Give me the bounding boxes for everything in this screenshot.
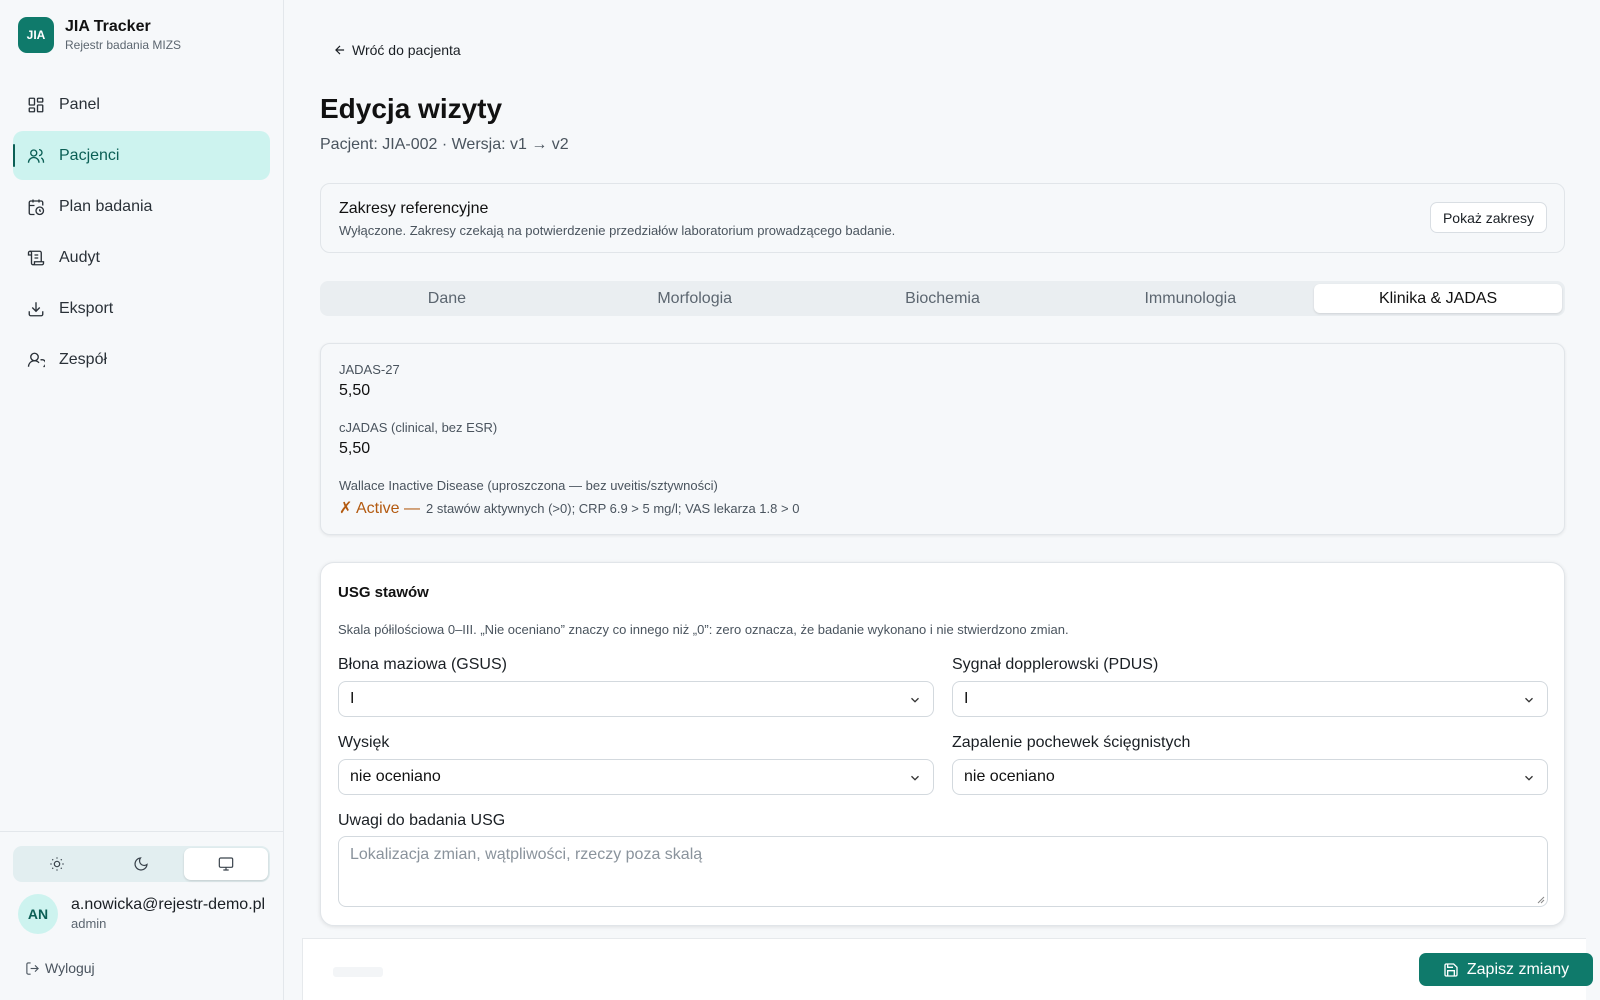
save-changes-button[interactable]: Zapisz zmiany	[1419, 953, 1593, 986]
sidebar-item-label: Eksport	[59, 299, 114, 317]
pdus-select[interactable]: I	[952, 681, 1548, 717]
usg-panel: USG stawów Skala półilościowa 0–III. „Ni…	[320, 562, 1565, 926]
sidebar-item-zespol[interactable]: Zespół	[13, 335, 270, 384]
user-profile[interactable]: AN a.nowicka@rejestr-demo.pl admin	[18, 894, 265, 934]
page-title: Edycja wizyty	[320, 93, 503, 124]
brand-logo: JIA	[18, 17, 54, 53]
brand[interactable]: JIA JIA Tracker Rejestr badania MIZS	[18, 17, 181, 53]
gsus-select[interactable]: I	[338, 681, 934, 717]
chevron-down-icon	[1525, 697, 1533, 703]
reference-ranges-title: Zakresy referencyjne	[339, 200, 489, 217]
sidebar: JIA JIA Tracker Rejestr badania MIZS Pan…	[0, 0, 284, 1000]
action-bar	[302, 938, 1586, 1000]
gsus-label: Błona maziowa (GSUS)	[338, 656, 507, 673]
calendar-clock-icon	[28, 199, 45, 215]
brand-subtitle: Rejestr badania MIZS	[65, 38, 182, 52]
sidebar-item-label: Panel	[59, 95, 100, 113]
tab-biochemia[interactable]: Biochemia	[819, 284, 1067, 313]
brand-name: JIA Tracker	[65, 18, 151, 35]
effusion-value: nie oceniano	[350, 768, 441, 785]
usg-notes-label: Uwagi do badania USG	[338, 812, 506, 829]
tab-dane[interactable]: Dane	[323, 284, 571, 313]
theme-light-button[interactable]	[15, 848, 99, 880]
user-icon	[27, 352, 45, 367]
pdus-value: I	[964, 690, 969, 707]
sidebar-item-label: Pacjenci	[59, 146, 120, 164]
sidebar-item-label: Zespół	[59, 350, 108, 368]
back-to-patient-link[interactable]: Wróć do pacjenta	[333, 42, 461, 58]
tab-morfologia[interactable]: Morfologia	[571, 284, 819, 313]
page-subtitle: Pacjent: JIA-002 · Wersja: v1 → v2	[320, 136, 569, 153]
sidebar-item-label: Audyt	[59, 248, 100, 266]
avatar: AN	[18, 894, 58, 934]
download-icon	[28, 301, 44, 316]
theme-switcher	[13, 846, 270, 882]
wallace-status-line: ✗ Active — 2 stawów aktywnych (>0); CRP …	[339, 498, 799, 518]
user-role: admin	[71, 916, 107, 931]
usg-description: Skala półilościowa 0–III. „Nie oceniano”…	[338, 622, 1069, 637]
back-label: Wróć do pacjenta	[352, 42, 461, 58]
tab-klinika-jadas[interactable]: Klinika & JADAS	[1314, 284, 1562, 313]
status-badge: ✗ Active —	[339, 500, 420, 517]
moon-icon	[134, 857, 149, 871]
usg-notes-textarea[interactable]: Lokalizacja zmian, wątpliwości, rzeczy p…	[338, 836, 1548, 907]
sidebar-item-pacjenci[interactable]: Pacjenci	[13, 131, 270, 180]
monitor-icon	[218, 857, 234, 871]
jadas27-value: 5,50	[339, 382, 371, 399]
save-icon	[1444, 962, 1458, 977]
logout-label: Wyloguj	[45, 960, 95, 976]
main-content: Wróć do pacjenta Edycja wizyty Pacjent: …	[285, 0, 1600, 1000]
wallace-label: Wallace Inactive Disease (uproszczona — …	[339, 478, 718, 493]
jadas27-label: JADAS-27	[339, 362, 400, 377]
chevron-down-icon	[911, 775, 919, 781]
effusion-select[interactable]: nie oceniano	[338, 759, 934, 795]
reference-ranges-panel: Zakresy referencyjne Wyłączone. Zakresy …	[320, 183, 1565, 253]
users-icon	[27, 148, 45, 163]
usg-notes-placeholder: Lokalizacja zmian, wątpliwości, rzeczy p…	[350, 846, 703, 863]
arrow-left-icon	[335, 45, 345, 55]
chevron-down-icon	[911, 697, 919, 703]
tab-immunologia[interactable]: Immunologia	[1066, 284, 1314, 313]
sidebar-item-audyt[interactable]: Audyt	[13, 233, 270, 282]
jadas-scores-panel: JADAS-27 5,50 cJADAS (clinical, bez ESR)…	[320, 343, 1565, 535]
sidebar-item-plan-badania[interactable]: Plan badania	[13, 182, 270, 231]
user-email: a.nowicka@rejestr-demo.pl	[71, 896, 266, 913]
theme-system-button[interactable]	[183, 848, 268, 880]
dashboard-icon	[28, 97, 44, 112]
save-label: Zapisz zmiany	[1466, 960, 1570, 978]
main-nav: Panel Pacjenci Plan badania Audyt Ekspor…	[13, 80, 270, 386]
wallace-detail: 2 stawów aktywnych (>0); CRP 6.9 > 5 mg/…	[425, 501, 800, 516]
tenosynovitis-label: Zapalenie pochewek ścięgnistych	[952, 734, 1191, 751]
cjadas-value: 5,50	[339, 440, 371, 457]
pdus-label: Sygnał dopplerowski (PDUS)	[952, 656, 1159, 673]
sidebar-item-label: Plan badania	[59, 197, 153, 215]
sidebar-item-eksport[interactable]: Eksport	[13, 284, 270, 333]
sidebar-footer: AN a.nowicka@rejestr-demo.pl admin Wylog…	[0, 831, 284, 1000]
logout-icon	[26, 961, 39, 975]
usg-title: USG stawów	[338, 584, 429, 601]
tenosynovitis-value: nie oceniano	[964, 768, 1055, 785]
visit-tabs: Dane Morfologia Biochemia Immunologia Kl…	[320, 281, 1565, 316]
sidebar-item-panel[interactable]: Panel	[13, 80, 270, 129]
show-ranges-button[interactable]: Pokaż zakresy	[1429, 202, 1547, 233]
sun-icon	[50, 857, 64, 871]
chevron-down-icon	[1525, 775, 1533, 781]
effusion-label: Wysięk	[338, 734, 390, 751]
resize-handle-icon[interactable]	[1535, 894, 1545, 904]
action-bar-placeholder	[333, 967, 383, 977]
theme-dark-button[interactable]	[99, 848, 183, 880]
scroll-icon	[27, 250, 45, 265]
gsus-value: I	[350, 690, 355, 707]
reference-ranges-description: Wyłączone. Zakresy czekają na potwierdze…	[339, 223, 896, 238]
cjadas-label: cJADAS (clinical, bez ESR)	[339, 420, 498, 435]
logout-button[interactable]: Wyloguj	[25, 960, 95, 976]
tenosynovitis-select[interactable]: nie oceniano	[952, 759, 1548, 795]
